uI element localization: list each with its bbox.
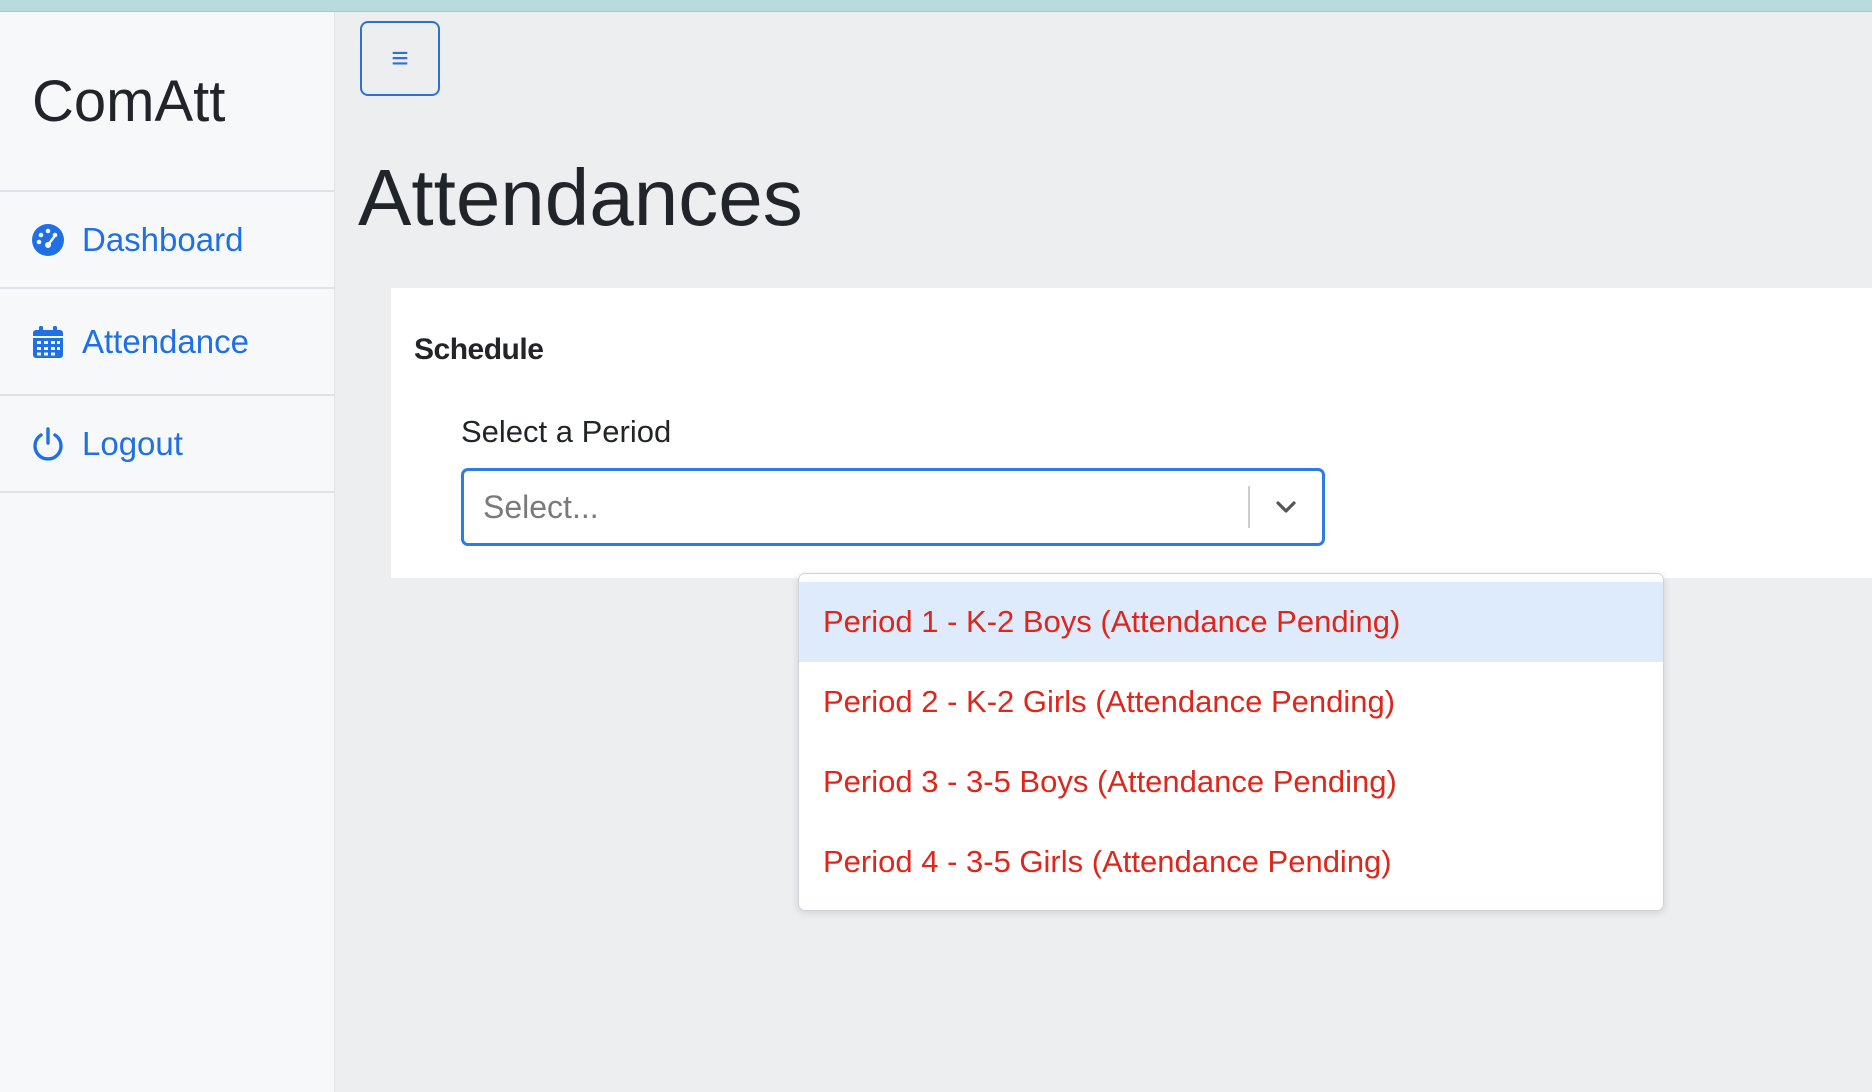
brand-title: ComAtt	[0, 12, 334, 192]
sidebar-item-logout[interactable]: Logout	[0, 396, 334, 493]
chevron-down-icon[interactable]	[1250, 494, 1322, 520]
sidebar-item-label: Attendance	[82, 322, 249, 360]
browser-top-bar	[0, 0, 1872, 12]
hamburger-menu-icon: ≡	[391, 41, 409, 75]
sidebar-item-label: Dashboard	[82, 220, 244, 258]
sidebar: ComAtt Dashboard Attendance Logout	[0, 12, 335, 1092]
period-option[interactable]: Period 4 - 3-5 Girls (Attendance Pending…	[799, 822, 1663, 902]
sidebar-item-attendance[interactable]: Attendance	[0, 289, 334, 396]
period-option[interactable]: Period 3 - 3-5 Boys (Attendance Pending)	[799, 742, 1663, 822]
main-content: ≡ Attendances Schedule Select a Period S…	[336, 12, 1872, 1092]
period-select[interactable]: Select...	[461, 468, 1325, 546]
period-option[interactable]: Period 1 - K-2 Boys (Attendance Pending)	[799, 582, 1663, 662]
power-icon	[30, 426, 66, 462]
period-option[interactable]: Period 2 - K-2 Girls (Attendance Pending…	[799, 662, 1663, 742]
sidebar-item-label: Logout	[82, 424, 183, 462]
dashboard-gauge-icon	[30, 222, 66, 258]
sidebar-toggle-button[interactable]: ≡	[360, 21, 440, 96]
sidebar-item-dashboard[interactable]: Dashboard	[0, 192, 334, 289]
select-placeholder: Select...	[483, 488, 599, 525]
period-select-label: Select a Period	[461, 414, 672, 449]
period-dropdown-menu: Period 1 - K-2 Boys (Attendance Pending)…	[798, 573, 1664, 911]
schedule-card: Schedule Select a Period Select...	[391, 288, 1872, 578]
card-title: Schedule	[414, 333, 544, 366]
page-title: Attendances	[358, 153, 803, 242]
calendar-icon	[30, 324, 66, 360]
